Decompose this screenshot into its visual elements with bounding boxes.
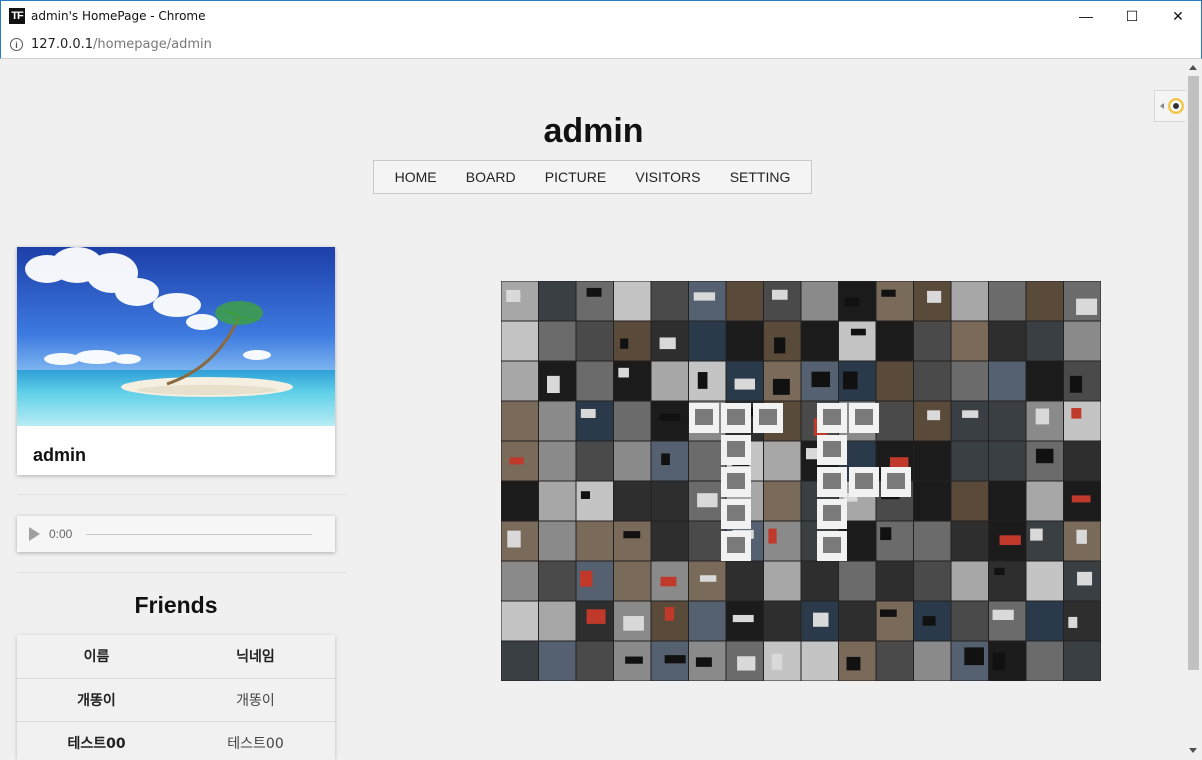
friend-name[interactable]: 테스트00: [17, 721, 176, 759]
column-header-nickname: 닉네임: [176, 635, 335, 679]
main-nav: HOME BOARD PICTURE VISITORS SETTING: [373, 160, 812, 194]
nav-board[interactable]: BOARD: [466, 169, 516, 185]
nav-setting[interactable]: SETTING: [730, 169, 791, 185]
nav-visitors[interactable]: VISITORS: [635, 169, 700, 185]
audio-progress-track[interactable]: [86, 533, 313, 535]
window-controls: — ☐ ✕: [1063, 1, 1201, 31]
maximize-button[interactable]: ☐: [1109, 1, 1155, 31]
audio-player: 0:00: [17, 516, 335, 552]
friend-nickname: 테스트00: [176, 721, 335, 759]
play-icon[interactable]: [29, 527, 40, 541]
nav-home[interactable]: HOME: [395, 169, 437, 185]
scroll-thumb[interactable]: [1188, 76, 1199, 670]
scroll-up-arrow-icon[interactable]: [1189, 65, 1197, 70]
audio-time: 0:00: [49, 527, 73, 541]
scroll-down-arrow-icon[interactable]: [1189, 748, 1197, 753]
window-title: admin's HomePage - Chrome: [31, 9, 206, 23]
column-header-name: 이름: [17, 635, 176, 679]
window-titlebar: TF admin's HomePage - Chrome — ☐ ✕: [0, 0, 1202, 31]
close-button[interactable]: ✕: [1155, 1, 1201, 31]
friends-table: 이름 닉네임 개똥이 개똥이 테스트00 테스트00: [17, 635, 335, 759]
table-row[interactable]: 개똥이 개똥이: [17, 678, 335, 722]
friend-nickname: 개똥이: [176, 678, 335, 722]
main-picture: [501, 281, 1101, 681]
address-bar[interactable]: i 127.0.0.1/homepage/admin: [0, 31, 1202, 59]
table-header-row: 이름 닉네임: [17, 635, 335, 679]
nav-picture[interactable]: PICTURE: [545, 169, 606, 185]
profile-card: admin: [17, 247, 335, 475]
side-widget-toggle[interactable]: [1154, 90, 1186, 122]
table-row[interactable]: 테스트00 테스트00: [17, 721, 335, 759]
friends-title: Friends: [134, 592, 218, 618]
page-title: admin: [543, 112, 644, 150]
divider: [17, 494, 347, 495]
app-logo-icon: TF: [9, 8, 25, 24]
divider: [17, 572, 347, 573]
url-path: /homepage/admin: [93, 37, 212, 52]
page-viewport: admin HOME BOARD PICTURE VISITORS SETTIN…: [1, 60, 1186, 759]
url-host: 127.0.0.1: [31, 37, 94, 52]
url-text[interactable]: 127.0.0.1/homepage/admin: [31, 37, 212, 52]
page-scrollbar[interactable]: [1186, 59, 1201, 759]
site-info-icon[interactable]: i: [10, 38, 23, 51]
friend-name[interactable]: 개똥이: [17, 678, 176, 722]
profile-image: [17, 247, 335, 426]
widget-toggle-icon: [1160, 98, 1184, 114]
profile-name: admin: [33, 445, 87, 465]
minimize-button[interactable]: —: [1063, 1, 1109, 31]
